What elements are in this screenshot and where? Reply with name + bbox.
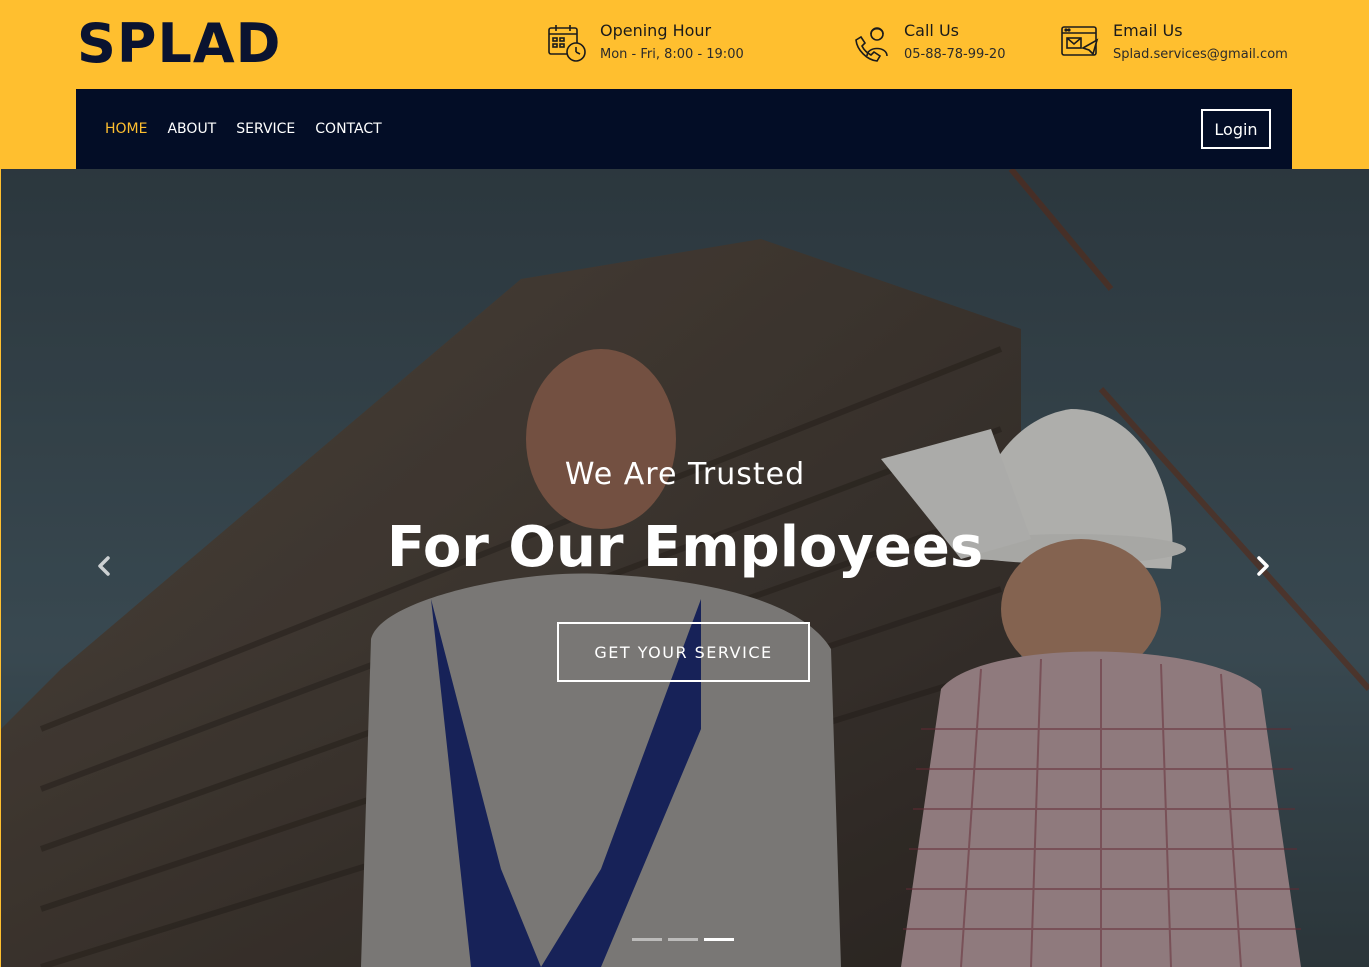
phone-support-icon [855,27,888,62]
carousel-indicators [632,938,740,941]
carousel-next-button[interactable] [1248,551,1278,581]
calendar-clock-icon [548,25,586,62]
nav-about[interactable]: ABOUT [167,121,216,137]
main-navbar: HOME ABOUT SERVICE CONTACT Login [76,89,1292,169]
chevron-left-icon [98,556,110,576]
get-your-service-button[interactable]: GET YOUR SERVICE [557,622,810,682]
email-us-info: Email Us Splad.services@gmail.com [1059,20,1288,66]
login-button[interactable]: Login [1201,109,1271,149]
nav-service[interactable]: SERVICE [236,121,295,137]
email-icon [1061,26,1099,56]
carousel-indicator-1[interactable] [632,938,662,941]
email-us-title: Email Us [1113,21,1183,40]
call-us-title: Call Us [904,21,959,40]
hero-subtitle: We Are Trusted [564,457,806,492]
nav-links: HOME ABOUT SERVICE CONTACT [105,89,402,169]
opening-hours-title: Opening Hour [600,21,712,40]
carousel-indicator-2[interactable] [668,938,698,941]
carousel-indicator-3[interactable] [704,938,734,941]
hero-carousel: We Are Trusted For Our Employees GET YOU… [1,169,1369,967]
opening-hours-value: Mon - Fri, 8:00 - 19:00 [600,47,744,62]
carousel-prev-button[interactable] [89,551,119,581]
opening-hours-info: Opening Hour Mon - Fri, 8:00 - 19:00 [546,20,744,66]
nav-home[interactable]: HOME [105,121,147,137]
chevron-right-icon [1257,556,1269,576]
site-logo[interactable]: SPLAD [77,12,282,76]
hero-title: For Our Employees [386,515,984,580]
nav-contact[interactable]: CONTACT [315,121,381,137]
call-us-info: Call Us 05-88-78-99-20 [850,20,1005,66]
call-us-number[interactable]: 05-88-78-99-20 [904,44,1005,66]
email-address[interactable]: Splad.services@gmail.com [1113,44,1288,66]
